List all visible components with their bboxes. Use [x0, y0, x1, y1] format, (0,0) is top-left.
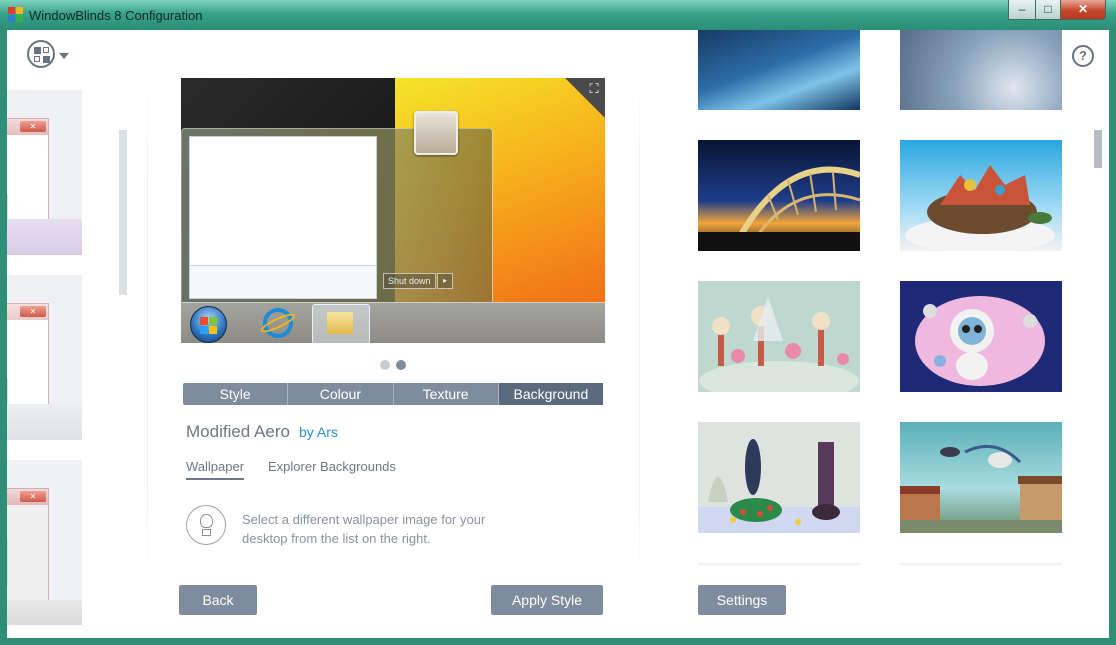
style-thumbnail[interactable]: ✕ [7, 460, 82, 625]
user-avatar [414, 111, 458, 155]
page-dot-active[interactable] [396, 360, 406, 370]
chevron-right-icon: ▸ [437, 273, 453, 289]
subtab-explorer-backgrounds[interactable]: Explorer Backgrounds [268, 459, 396, 474]
taskbar-preview [181, 302, 605, 343]
wallpaper-thumbnail[interactable] [698, 422, 860, 533]
apply-style-button[interactable]: Apply Style [491, 585, 603, 615]
wallpaper-thumbnail[interactable] [698, 30, 860, 110]
maximize-button[interactable]: □ [1035, 0, 1061, 20]
back-button[interactable]: Back [179, 585, 257, 615]
wallpaper-thumbnail[interactable] [900, 140, 1062, 251]
settings-button[interactable]: Settings [698, 585, 786, 615]
subtab-wallpaper[interactable]: Wallpaper [186, 459, 245, 480]
tab-colour[interactable]: Colour [288, 383, 394, 405]
author-link[interactable]: by Ars [299, 424, 338, 440]
tab-texture[interactable]: Texture [394, 383, 499, 405]
fullscreen-icon[interactable]: ⛶ [587, 82, 601, 96]
wallpaper-thumbnail[interactable] [698, 140, 860, 251]
wallpaper-thumbnail[interactable] [900, 30, 1062, 110]
divider [147, 80, 148, 580]
shutdown-button-preview: Shut down [383, 273, 436, 289]
main-panel: ? ✕ ✕ ✕ ⛶ Shut down ▸ Style Colour Textu… [7, 30, 1109, 638]
help-icon[interactable]: ? [1072, 45, 1094, 67]
theme-name: Modified Aero [186, 422, 290, 441]
folder-icon [327, 312, 353, 334]
app-window: WindowBlinds 8 Configuration – □ ✕ ? ✕ ✕ [0, 0, 1116, 645]
close-button[interactable]: ✕ [1060, 0, 1106, 20]
grid-menu-icon [27, 40, 55, 68]
hint-text: Select a different wallpaper image for y… [242, 512, 486, 546]
divider [639, 80, 640, 580]
wallpaper-scrollbar[interactable] [1094, 130, 1102, 168]
tab-style[interactable]: Style [183, 383, 289, 405]
category-tabs: Style Colour Texture Background [183, 383, 603, 405]
style-thumbnail[interactable]: ✕ [7, 90, 82, 255]
tab-background[interactable]: Background [498, 383, 603, 405]
wallpaper-thumbnail[interactable] [900, 422, 1062, 533]
theme-preview: ⛶ Shut down ▸ [181, 78, 605, 343]
app-icon [8, 7, 24, 23]
page-dot[interactable] [380, 360, 390, 370]
style-thumbnail[interactable]: ✕ [7, 275, 82, 440]
wallpaper-thumbnail[interactable] [698, 281, 860, 392]
wallpaper-thumbnail[interactable] [698, 563, 860, 567]
main-menu-button[interactable] [27, 40, 77, 70]
wallpaper-thumbnail[interactable] [900, 563, 1062, 567]
wallpaper-thumbnail[interactable] [900, 281, 1062, 392]
minimize-button[interactable]: – [1008, 0, 1036, 20]
chevron-down-icon [59, 53, 69, 59]
start-orb-icon [190, 306, 227, 343]
left-scrollbar[interactable] [119, 130, 127, 295]
start-menu-preview: Shut down ▸ [181, 111, 493, 305]
title-bar[interactable]: WindowBlinds 8 Configuration – □ ✕ [0, 0, 1116, 30]
lightbulb-icon [186, 505, 226, 545]
window-title: WindowBlinds 8 Configuration [29, 8, 203, 23]
